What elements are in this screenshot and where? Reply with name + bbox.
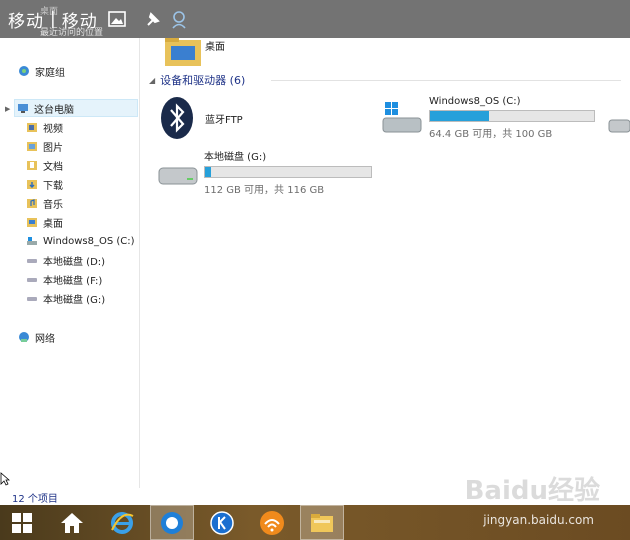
computer-icon bbox=[18, 104, 28, 113]
nav-item-label: 本地磁盘 (F:) bbox=[43, 275, 103, 287]
drive-c-item[interactable]: Windows8_OS (C:) 64.4 GB 可用，共 100 GB bbox=[381, 96, 621, 146]
drive-g-free-space: 112 GB 可用，共 116 GB bbox=[204, 185, 325, 196]
devices-group-header[interactable]: ◢ 设备和驱动器 (6) bbox=[149, 72, 245, 88]
nav-item-desktop[interactable]: 桌面 bbox=[26, 213, 63, 231]
nav-this-pc-label: 这台电脑 bbox=[34, 104, 74, 116]
drive-g-usage-bar bbox=[204, 166, 372, 178]
internet-explorer-icon bbox=[111, 511, 134, 534]
group-divider bbox=[271, 80, 621, 81]
taskbar-ie-button[interactable] bbox=[100, 505, 144, 540]
home-icon bbox=[61, 512, 83, 533]
taskbar-wifi-button[interactable] bbox=[250, 505, 294, 540]
ghost-desktop-label: 桌面 bbox=[40, 7, 59, 17]
nav-this-pc[interactable]: 这台电脑 bbox=[14, 99, 138, 117]
disk-drive-icon bbox=[27, 297, 37, 301]
image-icon[interactable] bbox=[107, 11, 126, 27]
collapse-arrow-icon[interactable]: ◢ bbox=[149, 76, 155, 85]
desktop-item-label[interactable]: 桌面 bbox=[205, 38, 225, 53]
taskbar-browser-button[interactable] bbox=[150, 505, 194, 540]
drive-c-name: Windows8_OS (C:) bbox=[429, 96, 521, 107]
mouse-cursor-icon bbox=[0, 472, 10, 486]
pin-icon[interactable] bbox=[144, 11, 162, 27]
browser-icon bbox=[161, 511, 183, 534]
content-pane: 桌面 ◢ 设备和驱动器 (6) 蓝牙FTP Windows8_OS (C:) 6… bbox=[141, 38, 630, 488]
nav-item-label: 桌面 bbox=[43, 218, 63, 230]
nav-item-pictures[interactable]: 图片 bbox=[26, 137, 63, 155]
nav-item-label: 图片 bbox=[43, 142, 63, 154]
header-title-left: 移动 bbox=[8, 11, 44, 32]
bluetooth-ftp-item[interactable]: 蓝牙FTP bbox=[159, 96, 359, 140]
kugou-icon bbox=[210, 510, 234, 535]
drive-c-usage-fill bbox=[430, 111, 490, 121]
nav-item-videos[interactable]: 视频 bbox=[26, 118, 63, 136]
disk-drive-icon bbox=[27, 278, 37, 282]
baidu-logo: Baidu经验 bbox=[464, 476, 600, 506]
wifi-icon bbox=[260, 510, 284, 535]
nav-item-label: 下载 bbox=[43, 180, 63, 192]
taskbar-home-button[interactable] bbox=[50, 505, 94, 540]
nav-item-label: 文档 bbox=[43, 161, 63, 173]
nav-item-label: 视频 bbox=[43, 123, 63, 135]
system-drive-icon bbox=[382, 102, 422, 133]
disk-drive-icon bbox=[27, 259, 37, 263]
disk-drive-icon[interactable] bbox=[607, 114, 630, 136]
nav-item-label: 音乐 bbox=[43, 199, 63, 211]
nav-homegroup-label: 家庭组 bbox=[35, 67, 65, 79]
nav-item-label: Windows8_OS (C:) bbox=[43, 235, 135, 247]
explorer-window: 移动 | 移动 桌面 最近访问的位置 家庭组 ▶ 这台电脑 视频 图片 文档 下… bbox=[0, 0, 630, 506]
drive-g-item[interactable]: 本地磁盘 (G:) 112 GB 可用，共 116 GB bbox=[157, 148, 377, 198]
expand-arrow-icon[interactable]: ▶ bbox=[5, 105, 10, 113]
nav-item-drive-f[interactable]: 本地磁盘 (F:) bbox=[26, 270, 102, 288]
folder-icon bbox=[311, 513, 333, 532]
nav-item-label: 本地磁盘 (G:) bbox=[43, 294, 106, 306]
bluetooth-label: 蓝牙FTP bbox=[205, 115, 243, 126]
nav-item-label: 本地磁盘 (D:) bbox=[43, 256, 106, 268]
watermark-site: jingyan.baidu.com bbox=[483, 513, 594, 527]
network-icon bbox=[19, 332, 29, 342]
nav-network-label: 网络 bbox=[35, 333, 55, 345]
nav-item-music[interactable]: 音乐 bbox=[26, 194, 63, 212]
disk-drive-icon bbox=[158, 167, 198, 185]
desktop-folder-icon[interactable] bbox=[163, 36, 203, 68]
downloads-folder-icon bbox=[27, 180, 37, 189]
nav-network[interactable]: 网络 bbox=[18, 328, 55, 346]
windows-logo-icon bbox=[12, 512, 32, 533]
drive-g-usage-fill bbox=[205, 167, 211, 177]
desktop-folder-icon bbox=[27, 218, 37, 227]
ghost-recent-label: 最近访问的位置 bbox=[40, 28, 104, 38]
start-button[interactable] bbox=[0, 505, 44, 540]
music-folder-icon bbox=[27, 199, 37, 208]
drive-c-usage-bar bbox=[429, 110, 595, 122]
person-icon[interactable] bbox=[170, 8, 188, 30]
status-item-count: 12 个项目 bbox=[12, 494, 58, 505]
nav-item-drive-c[interactable]: Windows8_OS (C:) bbox=[26, 232, 135, 250]
devices-group-label: 设备和驱动器 (6) bbox=[160, 74, 246, 87]
documents-folder-icon bbox=[27, 161, 37, 170]
taskbar-explorer-button[interactable] bbox=[300, 505, 344, 540]
taskbar-kugou-button[interactable] bbox=[200, 505, 244, 540]
system-drive-icon bbox=[27, 237, 37, 245]
nav-item-downloads[interactable]: 下载 bbox=[26, 175, 63, 193]
videos-folder-icon bbox=[27, 123, 37, 132]
pictures-folder-icon bbox=[27, 142, 37, 151]
homegroup-icon bbox=[19, 66, 29, 76]
bluetooth-icon bbox=[161, 97, 193, 139]
nav-item-drive-d[interactable]: 本地磁盘 (D:) bbox=[26, 251, 105, 269]
navigation-pane: 家庭组 ▶ 这台电脑 视频 图片 文档 下载 音乐 桌面 Windows8_OS… bbox=[0, 38, 140, 488]
nav-homegroup[interactable]: 家庭组 bbox=[18, 62, 65, 80]
drive-c-free-space: 64.4 GB 可用，共 100 GB bbox=[429, 129, 553, 140]
nav-item-documents[interactable]: 文档 bbox=[26, 156, 63, 174]
drive-g-name: 本地磁盘 (G:) bbox=[204, 152, 267, 163]
nav-item-drive-g[interactable]: 本地磁盘 (G:) bbox=[26, 289, 105, 307]
